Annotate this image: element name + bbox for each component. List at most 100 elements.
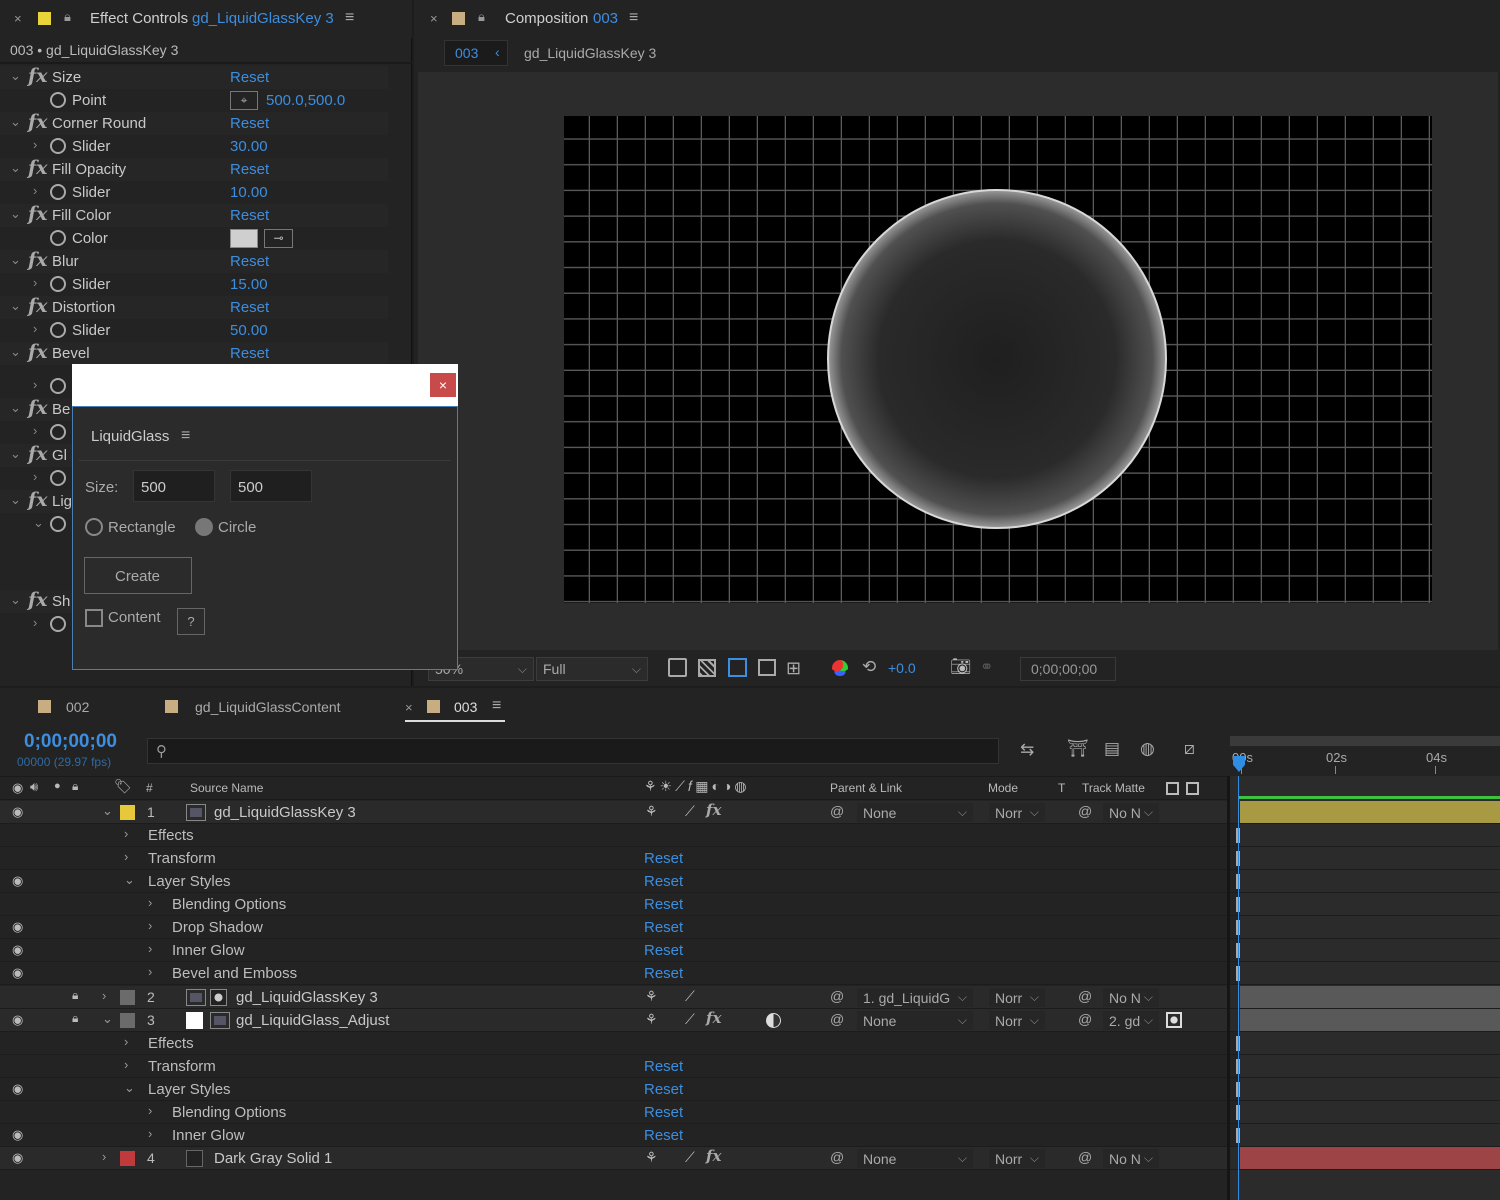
effect-param-row[interactable]: › Slider 15.00 [0,273,388,296]
property-row[interactable]: › Effects [0,824,1500,847]
chevron-right-icon[interactable]: › [148,1126,152,1141]
chevron-down-icon[interactable]: ⌄ [10,114,21,130]
grid-guides-icon[interactable]: ⊞ [786,658,801,679]
effect-row[interactable]: ⌄ fx Blur Reset [0,249,388,273]
point-target-icon[interactable]: ⌖ [230,91,258,110]
chevron-right-icon[interactable]: › [33,423,37,438]
track-matte-dropdown[interactable]: 2. gd ⌵ [1102,1010,1160,1031]
eye-icon[interactable]: ◉ [12,919,23,935]
dialog-close-button[interactable]: × [430,373,456,397]
chevron-right-icon[interactable]: › [33,469,37,484]
eyedropper-icon[interactable]: ⊸ [264,229,293,248]
radio-rectangle-label[interactable]: Rectangle [108,519,176,536]
property-row[interactable]: › Blending Options Reset [0,893,1500,916]
fx-icon[interactable]: fx [28,489,48,511]
stopwatch-icon[interactable] [50,516,66,532]
shy-switch-icon[interactable]: ⚘ [645,803,658,820]
property-row[interactable]: › Effects [0,1032,1500,1055]
parent-dropdown[interactable]: 1. gd_LiquidG ⌵ [856,987,974,1008]
close-icon[interactable]: × [14,11,22,26]
reset-link[interactable]: Reset [644,942,683,959]
chevron-down-icon[interactable]: ⌄ [10,446,21,462]
quality-switch-icon[interactable]: ⟋ [685,988,695,1005]
property-row[interactable]: ◉ › Inner Glow Reset [0,939,1500,962]
matte-pick-whip-icon[interactable]: @ [1078,988,1092,1004]
chevron-right-icon[interactable]: › [102,988,106,1003]
comp-viewer[interactable] [418,72,1498,650]
chevron-right-icon[interactable]: › [33,137,37,152]
quality-switch-icon[interactable]: ⟋ [685,1149,695,1166]
reset-link[interactable]: Reset [230,299,269,316]
chevron-down-icon[interactable]: ⌄ [10,492,21,508]
reset-link[interactable]: Reset [230,253,269,270]
property-row[interactable]: ◉ › Bevel and Emboss Reset [0,962,1500,985]
lock-icon[interactable]: 🔒︎ [64,9,71,25]
effect-param-row[interactable]: Color ⊸ [0,227,388,250]
label-color-swatch[interactable] [120,1013,135,1028]
eye-icon[interactable]: ◉ [12,1081,23,1097]
create-button[interactable]: Create [84,557,192,594]
stopwatch-icon[interactable] [50,230,66,246]
close-icon[interactable]: × [430,11,438,26]
layer-name[interactable]: gd_LiquidGlassKey 3 [214,804,356,821]
quality-switch-icon[interactable]: ⟋ [685,1011,695,1028]
chevron-right-icon[interactable]: › [33,275,37,290]
shy-switch-icon[interactable]: ⚘ [645,988,658,1005]
label-color-swatch[interactable] [120,805,135,820]
reset-link[interactable]: Reset [644,850,683,867]
label-color-swatch[interactable] [120,990,135,1005]
stopwatch-icon[interactable] [50,138,66,154]
col-source-name[interactable]: Source Name [190,781,263,795]
stopwatch-icon[interactable] [50,616,66,632]
blend-mode-dropdown[interactable]: Norr ⌵ [988,802,1046,823]
pick-whip-icon[interactable]: @ [830,1011,844,1027]
reset-link[interactable]: Reset [644,1104,683,1121]
reset-link[interactable]: Reset [644,919,683,936]
fx-icon[interactable]: fx [28,589,48,611]
panel-menu-icon[interactable]: ≡ [181,427,190,445]
effect-param-row[interactable]: › Slider 50.00 [0,319,388,342]
panel-menu-icon[interactable]: ≡ [492,697,501,715]
draft-3d-icon[interactable]: ⛩︎ [1067,739,1089,759]
param-value[interactable]: 50.00 [230,322,268,339]
exposure-reset-icon[interactable]: ⟲ [862,657,876,677]
stopwatch-icon[interactable] [50,322,66,338]
work-area-bar[interactable] [1230,736,1500,746]
size-width-input[interactable]: 500 [133,470,215,502]
exposure-value[interactable]: +0.0 [888,660,916,676]
effect-row[interactable]: ⌄ fx Fill Color Reset [0,203,388,227]
stopwatch-icon[interactable] [50,276,66,292]
chevron-down-icon[interactable]: ⌄ [10,160,21,176]
pick-whip-icon[interactable]: @ [830,988,844,1004]
matte-alpha-toggle[interactable] [1166,1012,1182,1028]
quality-switch-icon[interactable]: ⟋ [685,803,695,820]
frame-blending-icon[interactable]: ◍ [1140,739,1155,759]
property-row[interactable]: ◉ ⌄ Layer Styles Reset [0,1078,1500,1101]
layer-row[interactable]: 🔒︎ › 2 gd_LiquidGlassKey 3 ⚘ ⟋ @1. gd_LiquidG ⌵… [0,986,1500,1009]
parent-dropdown[interactable]: None ⌵ [856,802,974,823]
layer-duration-bar[interactable] [1240,801,1500,823]
eye-icon[interactable]: ◉ [12,804,23,820]
layer-duration-bar[interactable] [1240,1009,1500,1031]
eye-icon[interactable]: ◉ [12,1127,23,1143]
pick-whip-icon[interactable]: @ [830,803,844,819]
chevron-down-icon[interactable]: ⌄ [10,592,21,608]
chevron-right-icon[interactable]: › [33,377,37,392]
chevron-right-icon[interactable]: › [102,1149,106,1164]
chevron-right-icon[interactable]: › [148,895,152,910]
matte-pick-whip-icon[interactable]: @ [1078,1149,1092,1165]
eye-icon[interactable]: ◉ [12,965,23,981]
transparency-grid-icon[interactable] [698,659,716,677]
fx-icon[interactable]: fx [28,65,48,87]
size-height-input[interactable]: 500 [230,470,312,502]
fx-icon[interactable]: fx [28,341,48,363]
layer-row[interactable]: ◉ 🔒︎ ⌄ 3 gd_LiquidGlass_Adjust ⚘ ⟋ fx @ None ⌵ Norr… [0,1009,1500,1032]
chevron-down-icon[interactable]: ⌄ [10,206,21,222]
stopwatch-icon[interactable] [50,424,66,440]
blend-mode-dropdown[interactable]: Norr ⌵ [988,1148,1046,1169]
show-snapshot-icon[interactable]: ⚭ [980,657,993,677]
matte-pick-whip-icon[interactable]: @ [1078,1011,1092,1027]
chevron-right-icon[interactable]: › [148,941,152,956]
time-ruler[interactable]: 00s02s04s [1230,736,1500,776]
chevron-down-icon[interactable]: ⌄ [10,344,21,360]
